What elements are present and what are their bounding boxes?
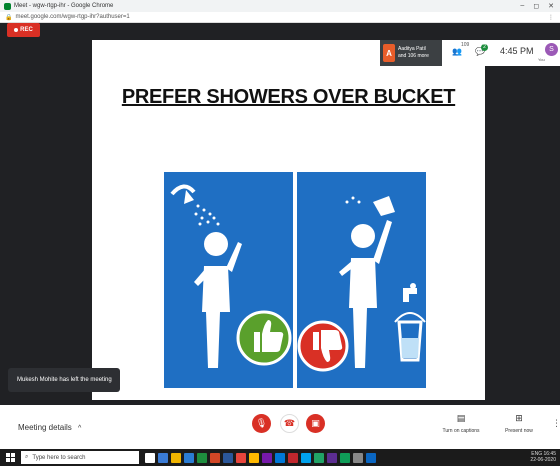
address-bar[interactable]: 🔒 meet.google.com/wgw-rtgp-ihr?authuser=… — [0, 12, 560, 23]
meeting-details-label: Meeting details — [18, 423, 72, 432]
task-view-icon[interactable] — [158, 452, 168, 463]
recording-label: REC — [20, 27, 33, 33]
people-icon[interactable]: 👥 — [452, 47, 462, 56]
minimize-icon[interactable]: – — [520, 2, 524, 10]
maximize-icon[interactable]: ◻ — [533, 2, 539, 10]
camera-off-icon: ▣ — [311, 418, 320, 428]
present-icon: ⊞ — [515, 413, 523, 423]
cortana-icon[interactable] — [145, 452, 155, 463]
acrobat-icon[interactable] — [288, 452, 298, 463]
captions-label: Turn on captions — [442, 428, 480, 434]
present-now-button[interactable]: ⊞ Present now — [502, 413, 536, 434]
more-vert-icon[interactable]: ⋮ — [548, 14, 554, 21]
windows-taskbar: ⌕ Type here to search — [0, 449, 560, 466]
app-icon-gray[interactable] — [353, 452, 363, 463]
participant-text: Aaditya Patil and 106 more — [398, 46, 429, 60]
url-text[interactable]: meet.google.com/wgw-rtgp-ihr?authuser=1 — [15, 14, 548, 20]
meet-favicon-icon — [4, 2, 11, 10]
more-options-icon[interactable]: ⋮ — [552, 418, 560, 429]
shower-panel — [164, 172, 293, 388]
slide-title: PREFER SHOWERS OVER BUCKET — [92, 86, 485, 109]
chrome-icon[interactable] — [236, 452, 246, 463]
search-placeholder: Type here to search — [32, 454, 86, 461]
chat-badge: 2 — [481, 44, 488, 51]
excel-icon[interactable] — [197, 452, 207, 463]
teams-icon[interactable] — [327, 452, 337, 463]
system-tray: ENG 16:45 22-06-2020 — [530, 451, 556, 463]
thumbs-up-icon — [236, 310, 292, 366]
self-avatar[interactable]: S — [545, 43, 558, 56]
app-icon-blue[interactable] — [366, 452, 376, 463]
participant-chip[interactable]: A Aaditya Patil and 106 more — [380, 40, 442, 66]
presentation-slide: PREFER SHOWERS OVER BUCKET — [92, 40, 485, 400]
close-icon[interactable]: ✕ — [548, 2, 554, 10]
store-icon[interactable] — [275, 452, 285, 463]
record-dot-icon — [14, 28, 19, 32]
windows-start-icon[interactable] — [6, 453, 15, 462]
settings-icon[interactable] — [301, 452, 311, 463]
camera-off-button[interactable]: ▣ — [306, 414, 325, 433]
edge-icon[interactable] — [184, 452, 194, 463]
captions-button[interactable]: ▤ Turn on captions — [438, 413, 484, 434]
phone-hangup-icon: ☎ — [283, 418, 296, 428]
mic-off-button[interactable]: 🎙 — [252, 414, 271, 433]
onenote-icon[interactable] — [262, 452, 272, 463]
pinned-apps — [145, 452, 376, 463]
lock-icon: 🔒 — [5, 14, 13, 21]
word-icon[interactable] — [223, 452, 233, 463]
tray-date: 22-06-2020 — [530, 457, 556, 463]
participant-more: and 106 more — [398, 53, 429, 59]
taskbar-search-input[interactable]: ⌕ Type here to search — [21, 451, 139, 464]
meeting-details-button[interactable]: Meeting details ^ — [18, 423, 81, 432]
search-icon: ⌕ — [25, 454, 29, 460]
self-label: You — [538, 57, 545, 62]
participant-avatar: A — [383, 44, 395, 62]
chevron-up-icon: ^ — [78, 425, 82, 432]
powerpoint-icon[interactable] — [210, 452, 220, 463]
meet-taskbar-icon[interactable] — [340, 452, 350, 463]
file-explorer-icon[interactable] — [171, 452, 181, 463]
meeting-clock: 4:45 PM — [500, 46, 534, 56]
present-label: Present now — [505, 428, 533, 434]
captions-icon: ▤ — [456, 413, 466, 423]
bucket-panel — [297, 172, 426, 388]
folder-icon[interactable] — [249, 452, 259, 463]
thumbs-down-icon — [297, 320, 349, 372]
slide-title-text: PREFER SHOWERS OVER BUCKET — [121, 86, 456, 108]
window-title: Meet - wgw-rtgp-ihr - Google Chrome — [14, 3, 114, 9]
window-controls: – ◻ ✕ — [520, 2, 554, 10]
participant-name: Aaditya Patil — [398, 46, 426, 52]
app-icon-green[interactable] — [314, 452, 324, 463]
browser-title-bar: Meet - wgw-rtgp-ihr - Google Chrome – ◻ … — [0, 0, 560, 12]
participants-count: 109 — [461, 42, 470, 48]
recording-badge: REC — [7, 23, 40, 37]
left-meeting-toast: Mukesh Mohite has left the meeting — [8, 368, 120, 392]
hang-up-button[interactable]: ☎ — [280, 414, 299, 433]
mic-off-icon: 🎙 — [255, 418, 268, 428]
